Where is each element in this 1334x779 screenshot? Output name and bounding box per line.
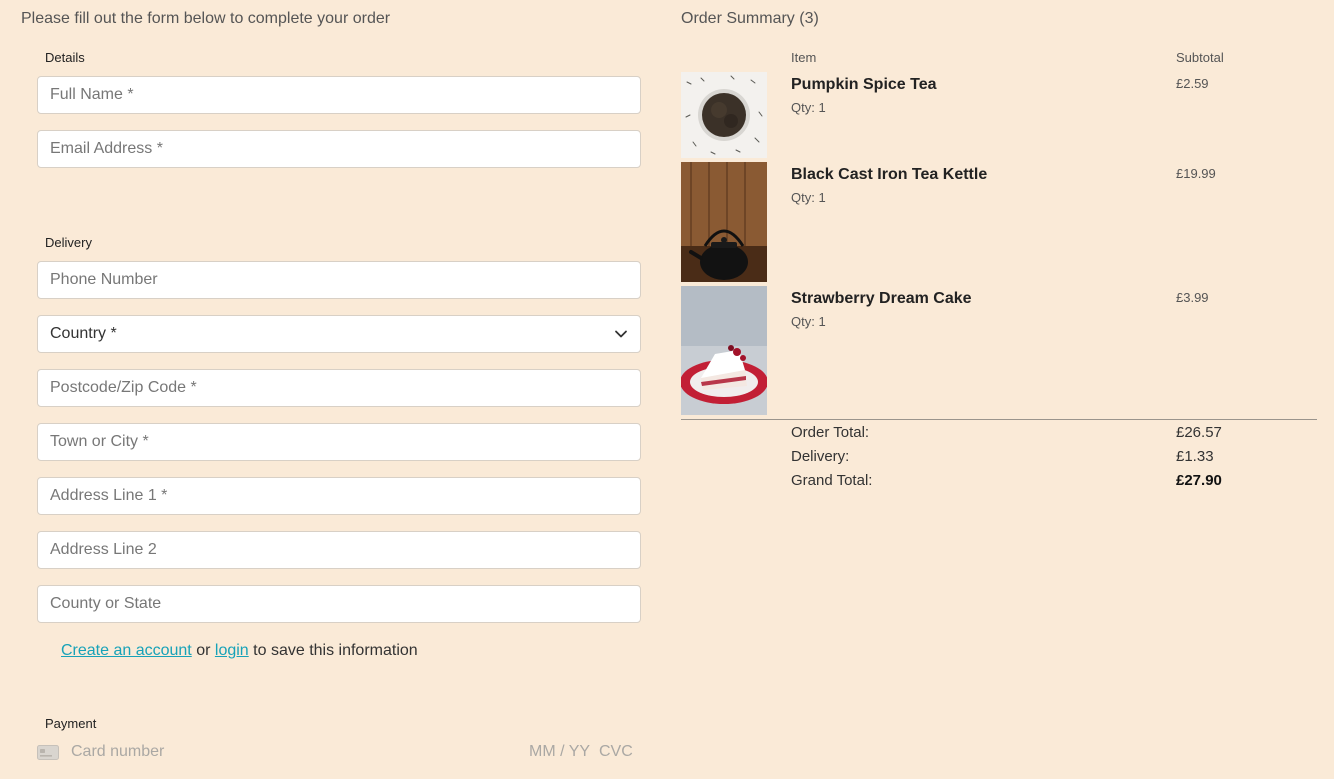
order-summary-title: Order Summary (3)	[681, 10, 819, 27]
postcode-input[interactable]	[37, 369, 641, 407]
delivery-heading: Delivery	[45, 235, 92, 250]
item-qty: Qty: 1	[791, 314, 826, 329]
address-line-1-input[interactable]	[37, 477, 641, 515]
account-prompt: Create an account or login to save this …	[61, 642, 418, 660]
card-cvc-input[interactable]	[597, 742, 641, 762]
login-link[interactable]: login	[215, 642, 249, 659]
town-input[interactable]	[37, 423, 641, 461]
item-name[interactable]: Strawberry Dream Cake	[791, 290, 972, 308]
summary-divider	[681, 419, 1317, 420]
account-or-text: or	[196, 642, 211, 659]
subtotal-column-header: Subtotal	[1176, 50, 1224, 65]
create-account-link[interactable]: Create an account	[61, 642, 192, 659]
order-total-label: Order Total:	[791, 424, 870, 441]
order-item: Black Cast Iron Tea Kettle Qty: 1 £19.99	[681, 162, 1317, 282]
payment-heading: Payment	[45, 716, 97, 731]
card-number-input[interactable]	[69, 742, 373, 762]
email-input[interactable]	[37, 130, 641, 168]
order-item: Pumpkin Spice Tea Qty: 1 £2.59	[681, 72, 1317, 158]
item-column-header: Item	[791, 50, 817, 65]
item-subtotal: £3.99	[1176, 290, 1209, 305]
full-name-input[interactable]	[37, 76, 641, 114]
item-name[interactable]: Pumpkin Spice Tea	[791, 76, 937, 94]
item-name[interactable]: Black Cast Iron Tea Kettle	[791, 166, 987, 184]
order-total-value: £26.57	[1176, 424, 1222, 441]
delivery-label: Delivery:	[791, 448, 850, 465]
order-item: Strawberry Dream Cake Qty: 1 £3.99	[681, 286, 1317, 415]
address-line-2-input[interactable]	[37, 531, 641, 569]
account-suffix-text: to save this information	[253, 642, 418, 659]
chevron-down-icon	[614, 327, 628, 341]
grand-total-label: Grand Total:	[791, 472, 873, 489]
card-element[interactable]	[37, 740, 641, 764]
country-select-value: Country *	[50, 325, 117, 342]
item-subtotal: £2.59	[1176, 76, 1209, 91]
details-heading: Details	[45, 50, 85, 65]
county-input[interactable]	[37, 585, 641, 623]
kettle-product-image[interactable]	[681, 162, 767, 282]
form-intro: Please fill out the form below to comple…	[21, 10, 391, 27]
item-qty: Qty: 1	[791, 190, 826, 205]
country-select[interactable]: Country *	[37, 315, 641, 353]
grand-total-value: £27.90	[1176, 472, 1222, 489]
tea-product-image[interactable]	[681, 72, 767, 158]
credit-card-icon	[37, 744, 59, 760]
cake-product-image[interactable]	[681, 286, 767, 415]
card-expiry-input[interactable]	[527, 742, 593, 762]
item-subtotal: £19.99	[1176, 166, 1216, 181]
item-qty: Qty: 1	[791, 100, 826, 115]
delivery-value: £1.33	[1176, 448, 1214, 465]
phone-input[interactable]	[37, 261, 641, 299]
